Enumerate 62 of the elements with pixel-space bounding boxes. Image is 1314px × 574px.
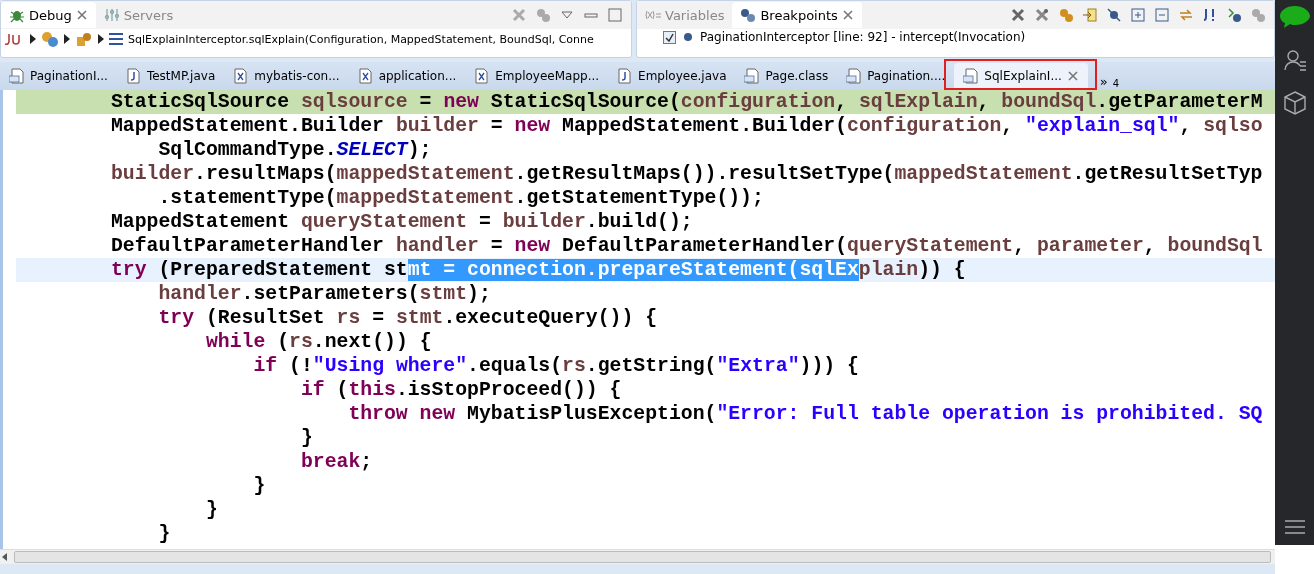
editor-tab[interactable]: Pagination.... <box>837 63 955 89</box>
code-line: DefaultParameterHandler handler = new DefaultParameterHandler(queryStatement, parameter, boundSql <box>109 234 1264 258</box>
checkbox[interactable] <box>663 30 676 44</box>
file-icon <box>474 68 491 84</box>
editor-tab[interactable]: Employee.java <box>608 63 736 89</box>
link-icon[interactable] <box>1178 7 1194 23</box>
code-line: while (rs.next()) { <box>204 330 433 354</box>
person-icon[interactable] <box>1282 48 1307 72</box>
code-line: MappedStatement.Builder builder = new MappedStatement.Builder(configuration, "explain_sql", sqlso <box>109 114 1264 138</box>
horizontal-scrollbar[interactable] <box>0 549 1275 564</box>
file-icon <box>357 68 374 84</box>
editor-tab[interactable]: mybatis-con... <box>224 63 349 89</box>
file-icon <box>963 68 980 84</box>
file-icon <box>744 68 761 84</box>
code-line: if (this.isStopProceed()) { <box>299 378 623 402</box>
caret-icon <box>98 34 104 44</box>
stack-frame-icon <box>109 33 123 45</box>
remove-all-icon[interactable] <box>1034 7 1050 23</box>
code-line: MappedStatement queryStatement = builder.build(); <box>109 210 694 234</box>
editor-tab[interactable]: TestMP.java <box>116 63 225 89</box>
close-icon[interactable] <box>1066 70 1079 82</box>
editor-tab[interactable]: application... <box>348 63 466 89</box>
code-line: try (ResultSet rs = stmt.executeQuery()) { <box>157 306 659 330</box>
menu-icon[interactable] <box>1283 519 1306 535</box>
chat-bubble-icon[interactable] <box>1277 4 1312 30</box>
file-icon <box>9 68 25 84</box>
code-line: } <box>204 498 219 522</box>
expand-all-icon[interactable] <box>1130 7 1146 23</box>
editor-tab[interactable]: Page.class <box>735 63 838 89</box>
code-line: } <box>252 474 267 498</box>
remove-icon[interactable] <box>1010 7 1026 23</box>
editor-tab[interactable]: EmployeeMapp... <box>465 63 609 89</box>
left-arrow-icon[interactable] <box>0 552 10 562</box>
view-tab[interactable]: Debug <box>1 2 96 28</box>
code-line: SqlCommandType.SELECT); <box>157 138 433 162</box>
breakpoints-icon <box>740 7 757 23</box>
import-icon[interactable] <box>1082 7 1098 23</box>
code-line: builder.resultMaps(mappedStatement.getResultMaps()).resultSetType(mappedStatement.getResultSetTyp <box>109 162 1264 186</box>
code-line: } <box>299 426 314 450</box>
close-icon[interactable] <box>75 9 88 21</box>
code-line: } <box>157 522 172 546</box>
breakpoint-icon <box>684 33 692 41</box>
code-line: throw new MybatisPlusException("Error: Full table operation is prohibited. SQ <box>347 402 1264 426</box>
breadcrumb-text[interactable]: SqlExplainInterceptor.sqlExplain(Configuration, MappedStatement, BoundSql, Conne <box>128 32 594 46</box>
view-tab[interactable]: Breakpoints <box>732 2 862 28</box>
editor-tab[interactable]: PaginationI... <box>0 63 117 89</box>
breakpoint-label[interactable]: PaginationInterceptor [line: 92] - intercept(Invocation) <box>700 30 1026 44</box>
code-line: if (!"Using where".equals(rs.getString("Extra"))) { <box>252 354 860 378</box>
close-icon[interactable] <box>841 9 854 21</box>
file-icon <box>617 68 634 84</box>
skip-breakpoints-icon[interactable] <box>1106 7 1122 23</box>
caret-icon <box>64 34 70 44</box>
cube-icon[interactable] <box>1282 90 1307 116</box>
code-line: handler.setParameters(stmt); <box>157 282 492 306</box>
file-icon <box>233 68 250 84</box>
editor-tab[interactable]: SqlExplainI... <box>954 63 1088 89</box>
file-icon <box>125 68 142 84</box>
file-icon <box>846 68 863 84</box>
checkmark-icon <box>665 32 674 42</box>
caret-icon <box>30 34 36 44</box>
code-line: break; <box>299 450 374 474</box>
code-line: .statementType(mappedStatement.getStatementType()); <box>157 186 765 210</box>
